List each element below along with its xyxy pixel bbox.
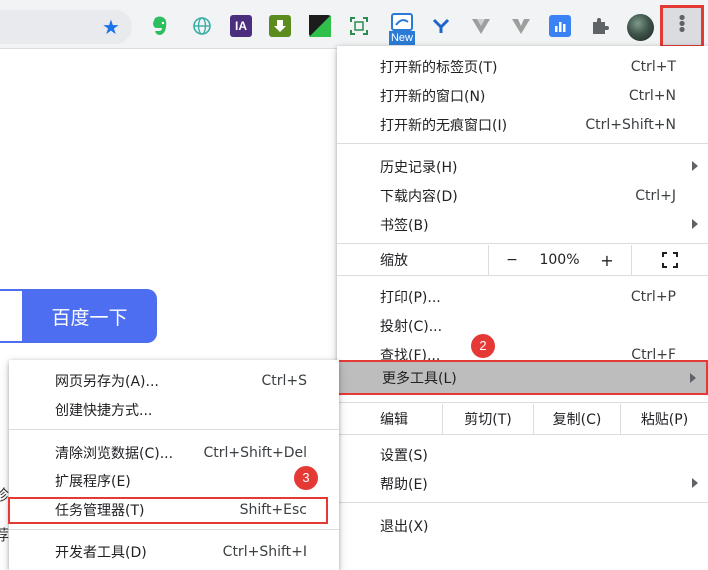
menu-item-downloads[interactable]: 下载内容(D) Ctrl+J (337, 181, 708, 210)
zoom-value: 100% (539, 252, 580, 268)
more-tools-submenu: 网页另存为(A)... Ctrl+S 创建快捷方式... 清除浏览数据(C)..… (9, 360, 339, 570)
screenshot-icon[interactable] (348, 15, 370, 37)
menu-item-shortcut: Ctrl+N (628, 87, 676, 104)
menu-item-label: 下载内容(D) (380, 188, 458, 205)
menu-divider (9, 429, 339, 430)
menu-item-label: 网页另存为(A)... (55, 374, 159, 390)
menu-item-label: 退出(X) (380, 518, 429, 535)
chart-extension-icon[interactable] (549, 15, 571, 37)
menu-item-label: 设置(S) (380, 447, 428, 464)
menu-item-label: 历史记录(H) (380, 159, 458, 176)
avatar[interactable] (627, 14, 654, 41)
menu-divider (337, 434, 708, 435)
menu-divider (337, 143, 708, 144)
edit-label: 编辑 (380, 412, 408, 428)
puzzle-icon[interactable] (589, 15, 611, 37)
ia-extension-label: IA (235, 19, 247, 33)
search-input[interactable] (0, 289, 24, 343)
menu-item-label: 扩展程序(E) (55, 474, 131, 490)
menu-item-cast[interactable]: 投射(C)... (337, 311, 708, 340)
menu-item-label: 开发者工具(D) (55, 545, 147, 561)
evernote-icon[interactable] (149, 15, 171, 37)
menu-item-label: 书签(B) (380, 217, 429, 234)
browser-toolbar: ★ IA New • • • (0, 0, 708, 77)
chevron-right-icon (690, 373, 696, 383)
menu-item-shortcut: Ctrl+Shift+Del (203, 445, 307, 461)
menu-item-label: 更多工具(L) (382, 370, 457, 387)
chrome-main-menu: 打开新的标签页(T) Ctrl+T 打开新的窗口(N) Ctrl+N 打开新的无… (337, 46, 708, 570)
menu-item-shortcut: Ctrl+Shift+I (222, 544, 307, 560)
zoom-out-button[interactable]: − (497, 245, 527, 275)
menu-item-label: 打开新的窗口(N) (380, 88, 486, 105)
green-extension-icon[interactable] (309, 15, 331, 37)
menu-item-more-tools[interactable]: 更多工具(L) (337, 360, 708, 395)
menu-divider (631, 245, 632, 275)
menu-item-new-tab[interactable]: 打开新的标签页(T) Ctrl+T (337, 52, 708, 81)
submenu-item-dev-tools[interactable]: 开发者工具(D) Ctrl+Shift+I (9, 538, 339, 566)
menu-item-help[interactable]: 帮助(E) (337, 469, 708, 498)
submenu-item-create-shortcut[interactable]: 创建快捷方式... (9, 396, 339, 424)
menu-item-label: 投射(C)... (380, 318, 443, 335)
menu-item-label: 清除浏览数据(C)... (55, 446, 174, 462)
step-badge-2: 2 (471, 334, 495, 358)
menu-divider (337, 402, 708, 403)
menu-item-label: 创建快捷方式... (55, 403, 153, 419)
search-button[interactable]: 百度一下 (22, 289, 157, 343)
menu-item-bookmarks[interactable]: 书签(B) (337, 210, 708, 239)
step-badge-3: 3 (294, 466, 318, 490)
submenu-item-extensions[interactable]: 扩展程序(E) (9, 467, 339, 495)
menu-item-label: 打开新的无痕窗口(I) (380, 117, 508, 134)
submenu-item-clear-data[interactable]: 清除浏览数据(C)... Ctrl+Shift+Del (9, 439, 339, 467)
chevron-right-icon (692, 219, 698, 229)
task-manager-highlight (8, 497, 328, 524)
vue-devtools-icon[interactable] (470, 15, 492, 37)
chevron-right-icon (692, 161, 698, 171)
zoom-label: 缩放 (380, 253, 408, 269)
download-extension-icon[interactable] (269, 15, 291, 37)
ia-extension-icon[interactable]: IA (230, 15, 252, 37)
new-badge: New (388, 31, 415, 45)
menu-item-label: 打印(P)... (380, 289, 441, 306)
page-edge-text: 荐 (0, 526, 10, 544)
menu-item-shortcut: Ctrl+Shift+N (585, 116, 676, 133)
menu-divider (337, 275, 708, 276)
submenu-item-save-page[interactable]: 网页另存为(A)... Ctrl+S (9, 367, 339, 395)
more-vert-icon: • • • (676, 8, 688, 41)
menu-item-shortcut: Ctrl+P (630, 288, 676, 305)
fullscreen-icon[interactable] (655, 245, 685, 275)
new-extension-icon[interactable]: New (387, 12, 417, 46)
menu-item-label: 帮助(E) (380, 476, 428, 493)
copy-button[interactable]: 复制(C) (534, 404, 620, 434)
menu-edit-row: 编辑 剪切(T) 复制(C) 粘贴(P) (337, 404, 708, 434)
menu-divider (9, 529, 339, 530)
menu-item-shortcut: Ctrl+S (261, 373, 307, 389)
menu-divider (337, 243, 708, 244)
y-extension-icon[interactable] (430, 15, 452, 37)
menu-item-incognito[interactable]: 打开新的无痕窗口(I) Ctrl+Shift+N (337, 110, 708, 139)
menu-item-history[interactable]: 历史记录(H) (337, 152, 708, 181)
globe-extension-icon[interactable] (191, 15, 213, 37)
chevron-right-icon (692, 478, 698, 488)
menu-item-shortcut: Ctrl+T (630, 58, 676, 75)
menu-item-new-window[interactable]: 打开新的窗口(N) Ctrl+N (337, 81, 708, 110)
menu-zoom-row: 缩放 − 100% + (337, 245, 708, 275)
cut-button[interactable]: 剪切(T) (443, 404, 533, 434)
menu-item-print[interactable]: 打印(P)... Ctrl+P (337, 282, 708, 311)
zoom-in-button[interactable]: + (592, 245, 622, 275)
menu-item-shortcut: Ctrl+J (635, 187, 676, 204)
menu-item-label: 打开新的标签页(T) (380, 59, 498, 76)
paste-button[interactable]: 粘贴(P) (621, 404, 708, 434)
menu-divider (488, 245, 489, 275)
chrome-menu-button[interactable]: • • • (660, 5, 704, 48)
menu-item-settings[interactable]: 设置(S) (337, 440, 708, 469)
v-extension-icon[interactable] (510, 15, 532, 37)
menu-item-exit[interactable]: 退出(X) (337, 511, 708, 540)
star-icon[interactable]: ★ (100, 16, 122, 38)
menu-divider (337, 502, 708, 503)
